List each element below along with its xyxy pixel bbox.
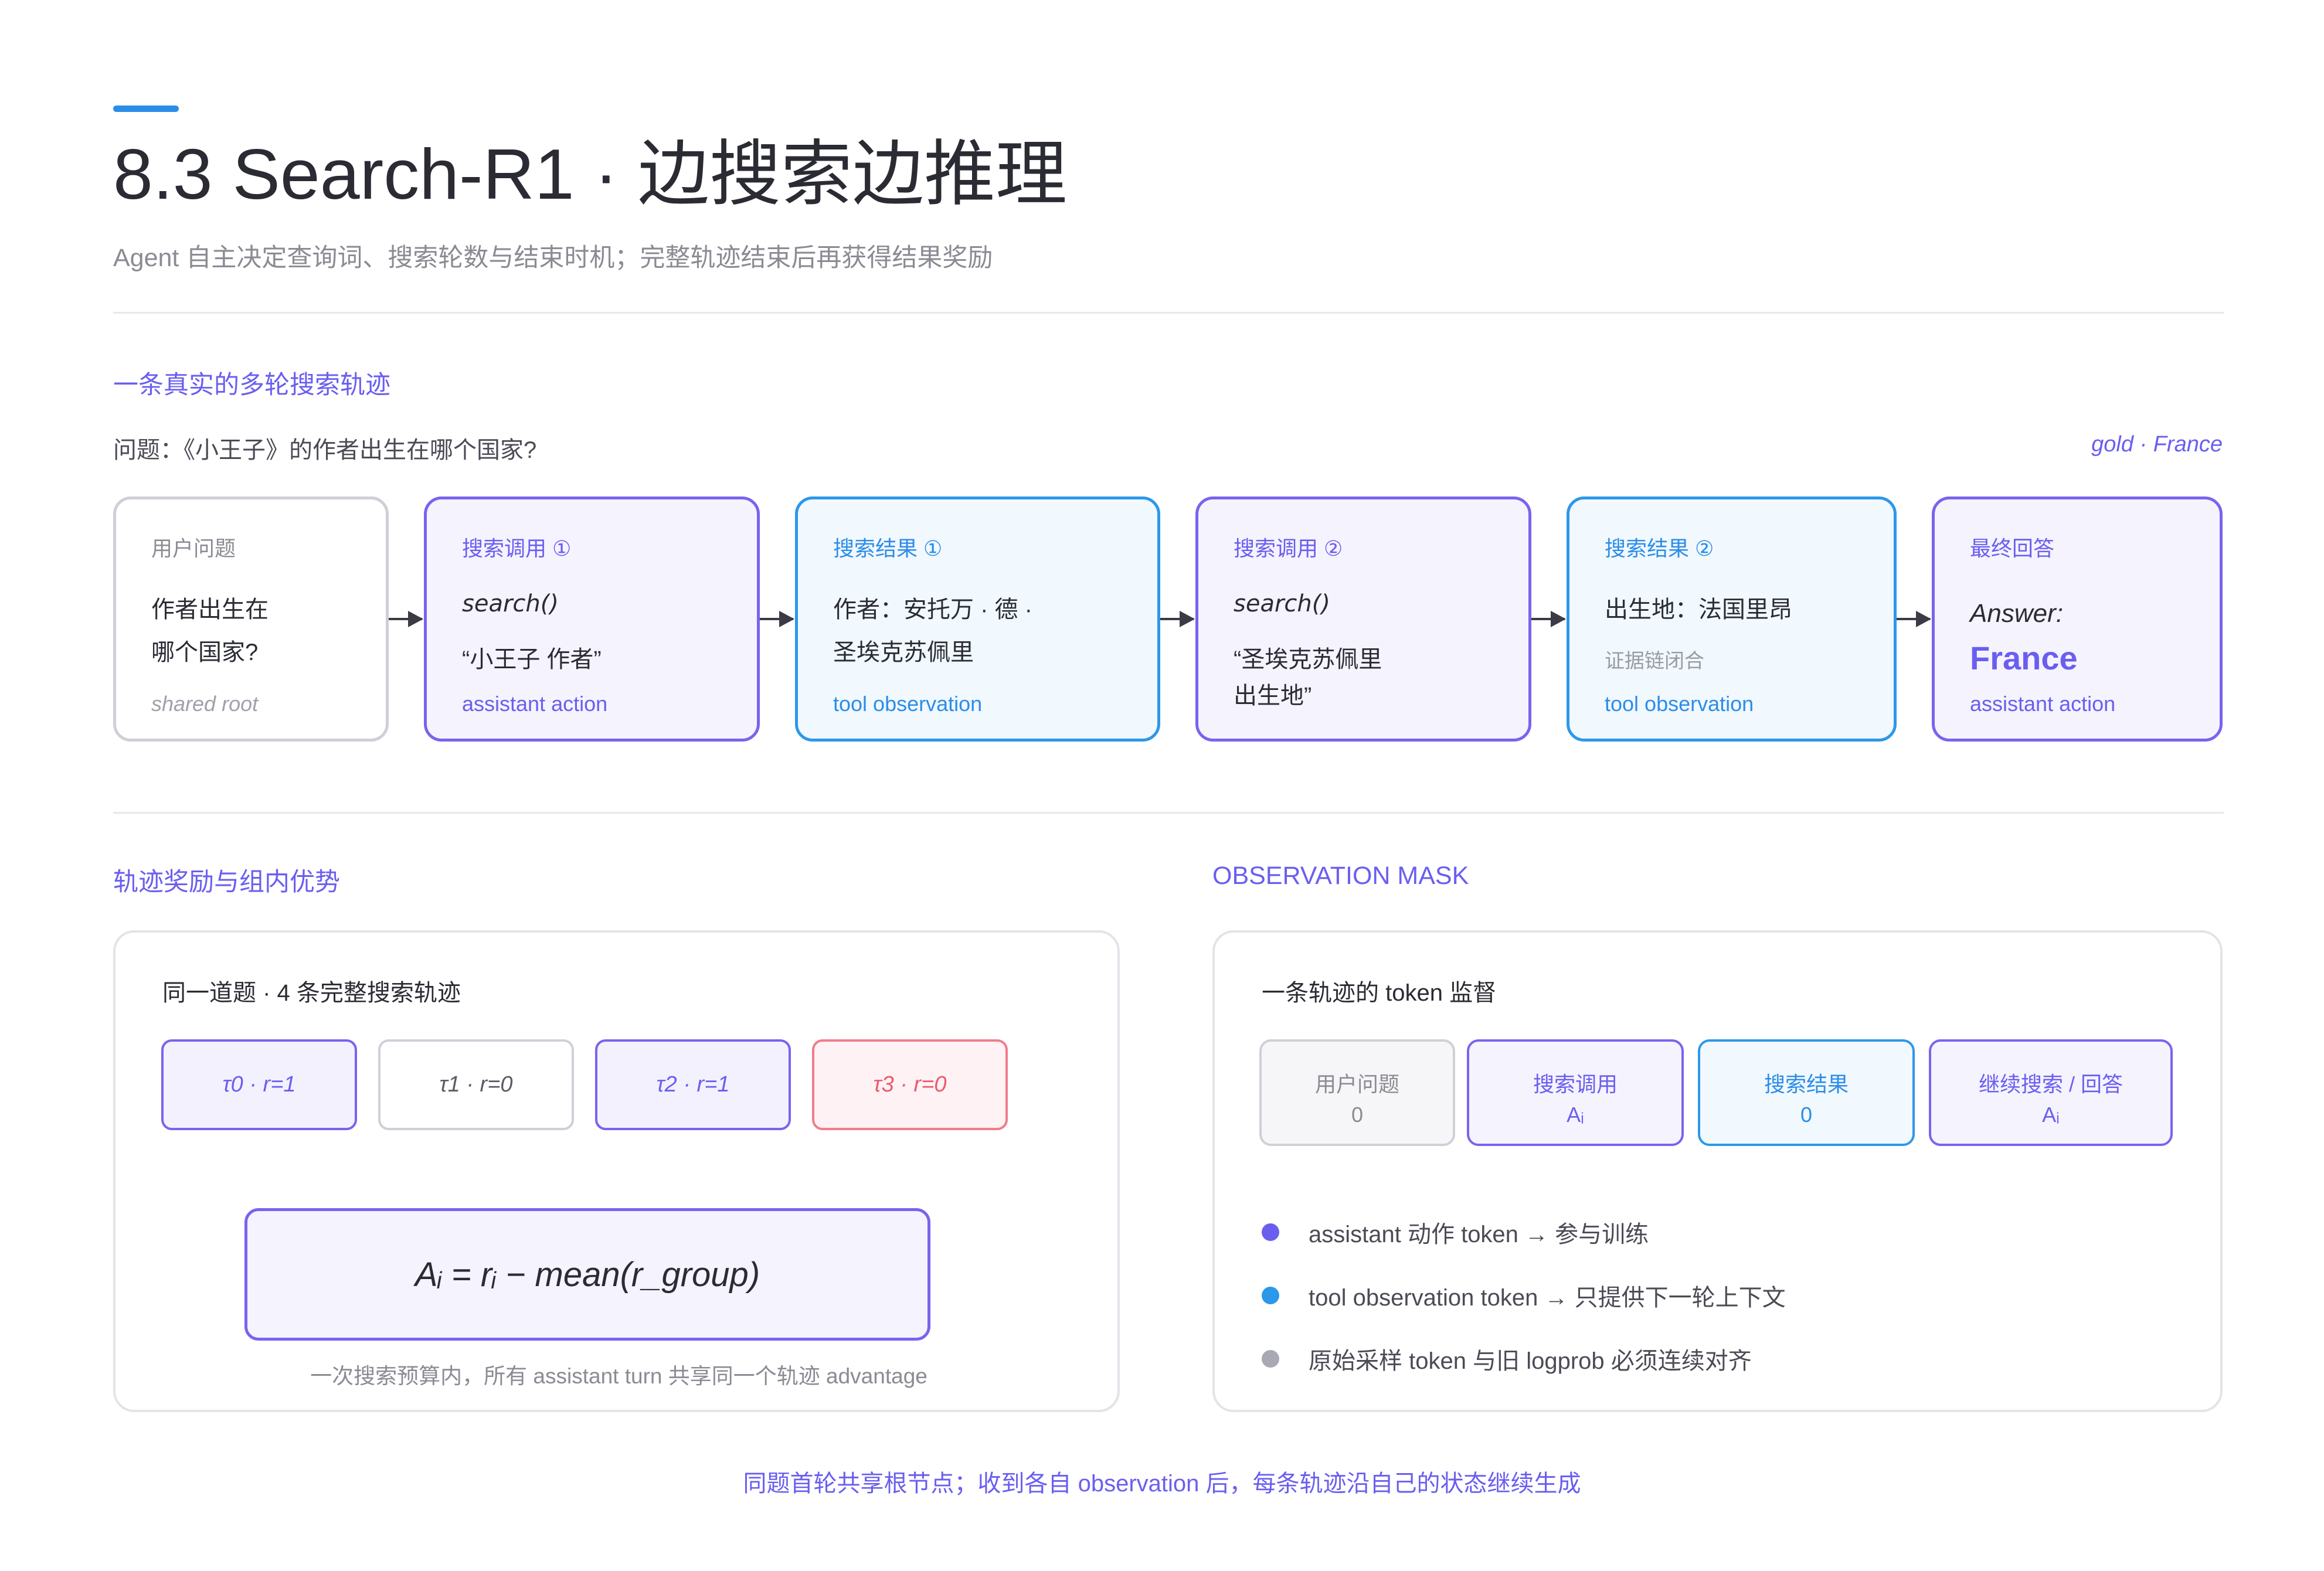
legend-row-tool: tool observation token → 只提供下一轮上下文: [1262, 1278, 1786, 1312]
trajectory-chip-1: τ1 · r=0: [378, 1039, 574, 1130]
advantage-formula: Aᵢ = rᵢ − mean(r_group): [244, 1208, 930, 1341]
mask-segment-continue: 继续搜索 / 回答 Aᵢ: [1929, 1039, 2173, 1146]
mask-panel: 一条轨迹的 token 监督 用户问题 0 搜索调用 Aᵢ 搜索结果 0 继续搜…: [1212, 930, 2223, 1412]
mask-label: 搜索结果: [1764, 1072, 1849, 1096]
mask-panel-title: 一条轨迹的 token 监督: [1262, 980, 1497, 1006]
blue-dot-icon: [1262, 1287, 1279, 1304]
mask-value: 0: [1800, 1103, 1813, 1127]
legend-row-assistant: assistant 动作 token → 参与训练: [1262, 1215, 1649, 1249]
trajectory-chip-2: τ2 · r=1: [595, 1039, 791, 1130]
mask-segment-user-question: 用户问题 0: [1259, 1039, 1455, 1146]
mask-label: 继续搜索 / 回答: [1978, 1072, 2123, 1096]
legend-text: tool observation token → 只提供下一轮上下文: [1309, 1285, 1786, 1311]
reward-panel: 同一道题 · 4 条完整搜索轨迹 τ0 · r=1 τ1 · r=0 τ2 · …: [113, 930, 1120, 1412]
legend-row-logprob: 原始采样 token 与旧 logprob 必须连续对齐: [1262, 1342, 1752, 1376]
divider-middle: [113, 812, 2224, 814]
legend-text: 原始采样 token 与旧 logprob 必须连续对齐: [1309, 1348, 1752, 1374]
mask-section-title: OBSERVATION MASK: [1212, 862, 1469, 890]
footer-note: 同题首轮共享根节点；收到各自 observation 后，每条轨迹沿自己的状态继…: [743, 1471, 1581, 1497]
mask-label: 搜索调用: [1533, 1072, 1618, 1096]
reward-section-title: 轨迹奖励与组内优势: [113, 868, 340, 896]
advantage-note: 一次搜索预算内，所有 assistant turn 共享同一个轨迹 advant…: [310, 1364, 927, 1388]
mask-label: 用户问题: [1314, 1072, 1399, 1096]
legend-text: assistant 动作 token → 参与训练: [1309, 1222, 1649, 1247]
mask-segment-search-call: 搜索调用 Aᵢ: [1467, 1039, 1684, 1146]
gray-dot-icon: [1262, 1350, 1279, 1368]
mask-value: Aᵢ: [1567, 1103, 1584, 1127]
trajectory-chip-3: τ3 · r=0: [812, 1039, 1008, 1130]
mask-value: Aᵢ: [2042, 1103, 2060, 1127]
trajectory-chip-0: τ0 · r=1: [161, 1039, 357, 1130]
purple-dot-icon: [1262, 1223, 1279, 1241]
mask-value: 0: [1351, 1103, 1364, 1127]
reward-panel-title: 同一道题 · 4 条完整搜索轨迹: [162, 980, 461, 1006]
mask-segment-search-result: 搜索结果 0: [1698, 1039, 1915, 1146]
